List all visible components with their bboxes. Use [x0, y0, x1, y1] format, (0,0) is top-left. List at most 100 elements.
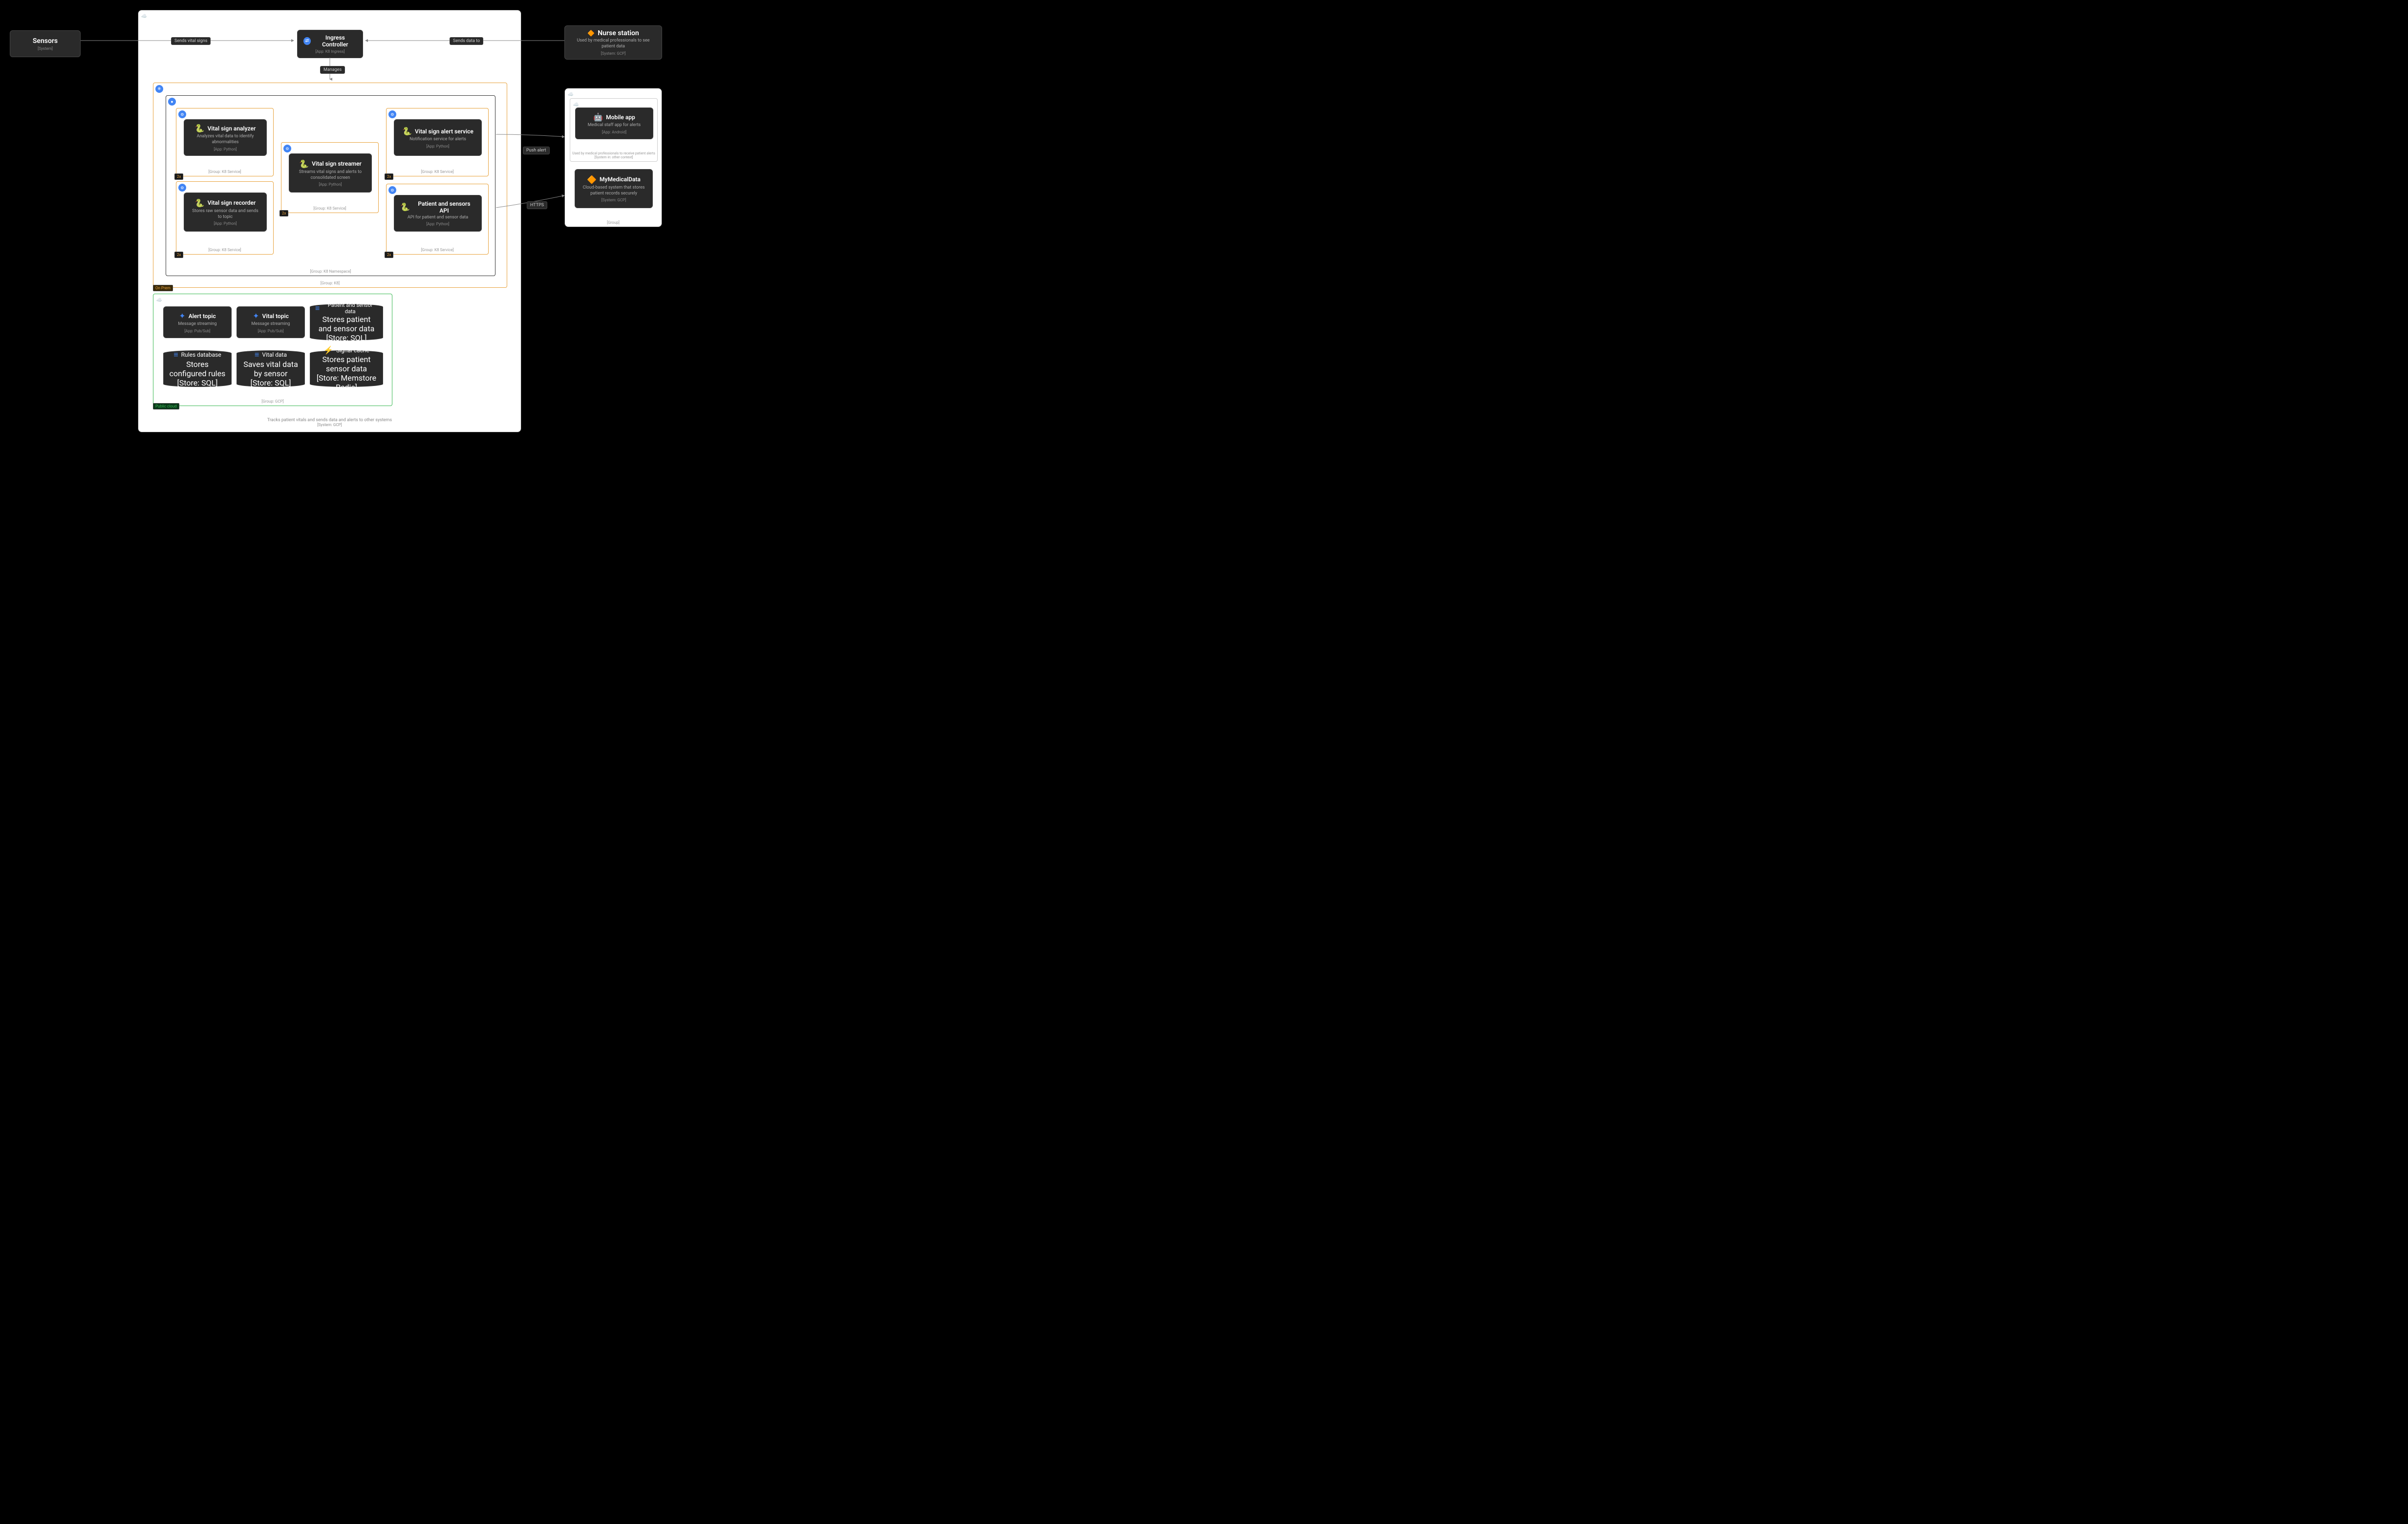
pubsub-icon: ✦ [179, 311, 185, 321]
mobile-ctx-desc: Used by medical professionals to receive… [570, 151, 657, 155]
ext-gcp-icon: ☁️ [567, 90, 575, 98]
analyzer-node[interactable]: 🐍Vital sign analyzer Analyzes vital data… [184, 119, 267, 156]
vital-topic-desc: Message streaming [251, 322, 290, 327]
svc-alert: ⚙ 🐍Vital sign alert service Notification… [386, 108, 489, 176]
patient-data-desc: Stores patient and sensor data [315, 315, 378, 333]
streamer-node[interactable]: 🐍Vital sign streamer Streams vital signs… [289, 153, 372, 193]
analyzer-title: Vital sign analyzer [208, 125, 256, 132]
vital-data-db[interactable]: ≡Vital data Saves vital data by sensor [… [236, 350, 305, 387]
alert-topic-meta: [App: Pub/Sub] [184, 329, 210, 333]
onprem-badge: On Prem [153, 285, 173, 291]
gcp-label: [Group: GCP] [261, 399, 283, 404]
alert-node[interactable]: 🐍Vital sign alert service Notification s… [394, 119, 482, 156]
mmd-node[interactable]: 🔶MyMedicalData Cloud-based system that s… [575, 169, 653, 208]
vital-topic-meta: [App: Pub/Sub] [258, 329, 283, 333]
ext-label: [Group] [607, 220, 620, 225]
vital-topic-title: Vital topic [262, 313, 289, 320]
python-icon: 🐍 [195, 198, 205, 208]
mobile-node[interactable]: 🤖Mobile app Medical staff app for alerts… [575, 107, 653, 139]
signal-cache-db[interactable]: ⚡Signal cache Stores patient sensor data… [310, 350, 383, 387]
alert-topic-desc: Message streaming [178, 322, 216, 327]
external-group: ☁️ ☁️ 🤖Mobile app Medical staff app for … [564, 88, 662, 227]
api-title: Patient and sensors API [413, 200, 475, 214]
redis-icon: ⚡ [323, 345, 333, 355]
recorder-meta: [App: Python] [214, 221, 236, 226]
recorder-node[interactable]: 🐍Vital sign recorder Stores raw sensor d… [184, 193, 267, 232]
vital-topic-node[interactable]: ✦Vital topic Message streaming [App: Pub… [236, 306, 305, 338]
gcp-icon: 🔶 [587, 175, 597, 184]
mobile-title: Mobile app [606, 114, 635, 121]
svc-icon-1: ⚙ [178, 110, 186, 118]
streamer-meta: [App: Python] [319, 182, 342, 187]
svc-label-4: [Group: K8 Service] [421, 170, 453, 174]
sql-icon: ≡ [255, 350, 259, 360]
nurse-meta: [System: GCP] [601, 51, 625, 56]
shuffle-icon: ⇄ [303, 37, 311, 45]
patient-data-meta: [Store: SQL] [326, 333, 367, 343]
svc-label-3: [Group: K8 Service] [313, 206, 346, 211]
mmd-meta: [System: GCP] [602, 198, 626, 202]
public-cloud-badge: Public cloud [153, 403, 179, 409]
gcp-corner-icon: ☁️ [140, 12, 148, 20]
vital-data-desc: Saves vital data by sensor [242, 360, 300, 378]
sys-footer-meta: [System: GCP] [267, 423, 392, 427]
sys-footer-desc: Tracks patient vitals and sends data and… [267, 418, 392, 423]
alert-topic-node[interactable]: ✦ Alert topic Message streaming [App: Pub… [163, 306, 232, 338]
edge-push-alert: Push alert [523, 147, 550, 154]
svc-analyzer: ⚙ 🐍Vital sign analyzer Analyzes vital da… [176, 108, 274, 176]
svc-icon-5: ⚙ [388, 186, 396, 194]
badge-2x-2: 2x [174, 252, 183, 258]
nurse-desc: Used by medical professionals to see pat… [571, 38, 656, 49]
k8-icon: ⎈ [155, 85, 163, 93]
analyzer-meta: [App: Python] [214, 147, 236, 151]
rules-db[interactable]: ≡Rules database Stores configured rules … [163, 350, 232, 387]
badge-2x-3: 2x [280, 210, 288, 216]
edge-manages: Manages [320, 66, 345, 74]
signal-cache-desc: Stores patient sensor data [315, 355, 378, 373]
signal-cache-title: Signal cache [336, 347, 369, 354]
gcp-group-icon: ☁️ [155, 296, 163, 304]
nurse-node[interactable]: 🔶 Nurse station Used by medical professi… [564, 25, 662, 60]
sql-icon: ≡ [315, 303, 320, 313]
k8-group: ⎈ [Group: K8] ● [Group: K8 Namespace] ⚙ … [153, 83, 507, 288]
ingress-node[interactable]: ⇄ Ingress Controller [App: K8 Ingress] [297, 30, 363, 58]
svc-recorder: ⚙ 🐍Vital sign recorder Stores raw sensor… [176, 181, 274, 255]
streamer-desc: Streams vital signs and alerts to consol… [295, 170, 366, 181]
svc-label-2: [Group: K8 Service] [208, 248, 241, 252]
k8-namespace: ● [Group: K8 Namespace] ⚙ 🐍Vital sign an… [166, 95, 495, 276]
badge-2x-4: 2x [385, 173, 393, 180]
svc-icon-4: ⚙ [388, 110, 396, 118]
mmd-desc: Cloud-based system that stores patient r… [581, 185, 646, 196]
edge-sends-data: Sends data to [450, 37, 483, 45]
sensors-node[interactable]: Sensors [System] [10, 30, 81, 57]
svc-api: ⚙ 🐍Patient and sensors API API for patie… [386, 184, 489, 255]
mobile-ctx-meta: [System in: other context] [570, 155, 657, 159]
alert-title: Vital sign alert service [415, 128, 473, 135]
svc-label-5: [Group: K8 Service] [421, 248, 453, 252]
badge-2x-1: 2x [174, 173, 183, 180]
android-icon: 🤖 [593, 112, 603, 122]
mobile-desc: Medical staff app for alerts [588, 123, 641, 129]
rules-db-title: Rules database [181, 351, 221, 358]
sensors-title: Sensors [33, 37, 58, 45]
signal-cache-meta: [Store: Memstore Redis] [315, 373, 378, 392]
gcp-icon: 🔶 [587, 30, 595, 37]
mobile-meta: [App: Android] [602, 130, 626, 134]
api-node[interactable]: 🐍Patient and sensors API API for patient… [394, 195, 482, 232]
api-desc: API for patient and sensor data [408, 215, 468, 221]
ns-icon: ● [168, 98, 176, 106]
analyzer-desc: Analyzes vital data to identify abnormal… [190, 134, 260, 145]
alert-topic-title: Alert topic [189, 313, 216, 320]
alert-meta: [App: Python] [426, 144, 449, 149]
ns-label: [Group: K8 Namespace] [310, 269, 351, 274]
svc-icon-2: ⚙ [178, 184, 186, 192]
edge-sends-vitals: Sends vital signs [171, 37, 211, 45]
patient-data-db[interactable]: ≡Patient and sensor data Stores patient … [310, 304, 383, 341]
badge-2x-5: 2x [385, 252, 393, 258]
patient-data-title: Patient and sensor data [322, 302, 378, 315]
rules-db-meta: [Store: SQL] [177, 378, 218, 387]
ingress-meta: [App: K8 Ingress] [315, 49, 344, 54]
edge-https: HTTPS [527, 201, 547, 209]
sensors-meta: [System] [38, 46, 53, 51]
mmd-title: MyMedicalData [600, 176, 641, 183]
